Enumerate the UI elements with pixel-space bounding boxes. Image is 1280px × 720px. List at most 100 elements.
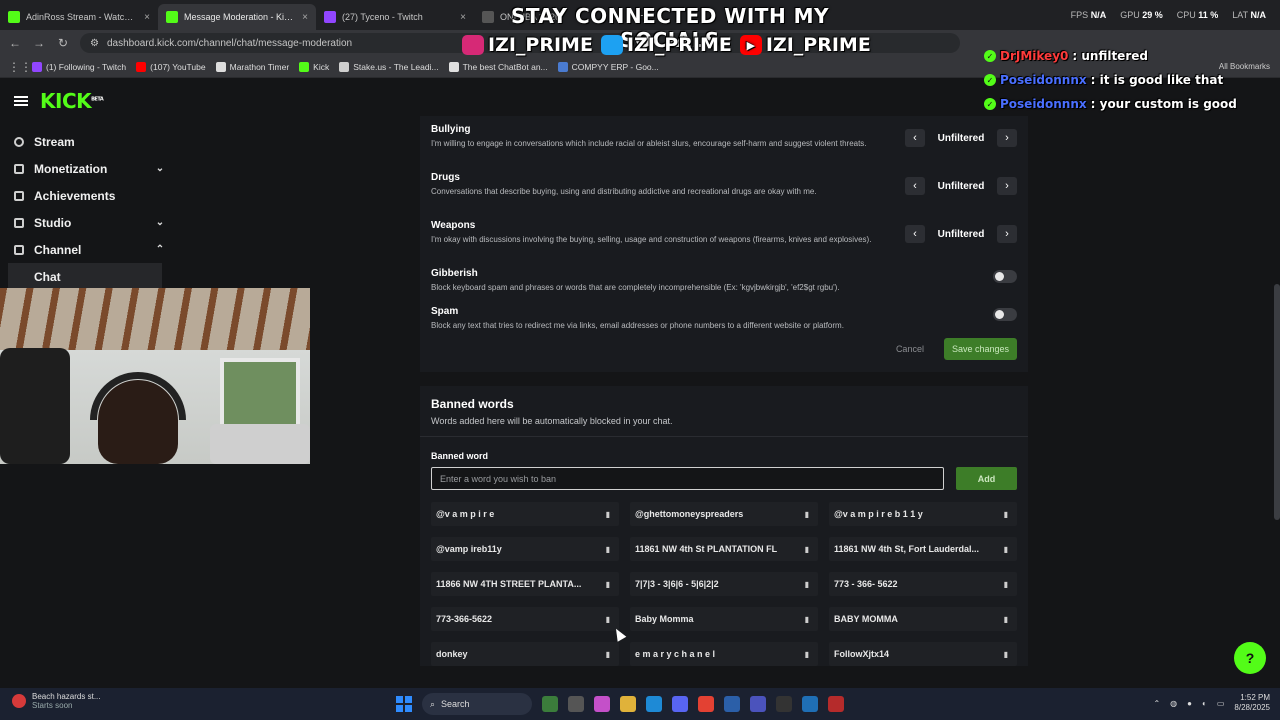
chat-text: : it is good like that xyxy=(1090,73,1224,87)
banned-words-subtitle: Words added here will be automatically b… xyxy=(431,416,673,426)
banned-word-item: Baby Momma ▮ xyxy=(630,607,818,631)
page-scrollbar[interactable] xyxy=(1274,284,1280,520)
vscode-icon[interactable] xyxy=(802,696,818,712)
discord-icon[interactable] xyxy=(672,696,688,712)
bookmark-item[interactable]: Kick xyxy=(299,61,329,72)
banned-word-text: 7|7|3 - 3|6|6 - 5|6|2|2 xyxy=(635,579,719,589)
filter-level-stepper[interactable]: ‹ Unfiltered › xyxy=(905,128,1017,148)
chevron-right-icon[interactable]: › xyxy=(996,129,1017,147)
battery-icon[interactable]: ▭ xyxy=(1217,699,1225,708)
close-tab-icon[interactable]: × xyxy=(460,12,466,23)
sidebar-item-monetization[interactable]: Monetization ⌄ xyxy=(0,155,170,182)
chevron-left-icon[interactable]: ‹ xyxy=(905,177,925,195)
trash-icon[interactable]: ▮ xyxy=(603,615,613,624)
tab-favicon-icon xyxy=(8,11,20,23)
socials-row: IZI_PRIME IZI_PRIME ▶ IZI_PRIME xyxy=(462,34,871,56)
save-changes-button[interactable]: Save changes xyxy=(943,338,1017,360)
trash-icon[interactable]: ▮ xyxy=(802,580,812,589)
chat-overlay: ✓ DrJMikey0: unfiltered ✓ Poseidonnnx: it i… xyxy=(984,44,1256,116)
bookmark-label: Stake.us - The Leadi... xyxy=(353,61,439,72)
bookmark-item[interactable]: COMPYY ERP - Goo... xyxy=(557,61,659,72)
gibberish-toggle[interactable] xyxy=(993,270,1017,283)
bookmark-item[interactable]: Marathon Timer xyxy=(215,61,289,72)
close-tab-icon[interactable]: × xyxy=(302,12,308,23)
sidebar-item-chat[interactable]: Chat xyxy=(8,263,162,290)
bookmark-item[interactable]: Stake.us - The Leadi... xyxy=(339,61,439,72)
trash-icon[interactable]: ▮ xyxy=(802,615,812,624)
trash-icon[interactable]: ▮ xyxy=(1001,510,1011,519)
sidebar-item-studio[interactable]: Studio ⌄ xyxy=(0,209,170,236)
cancel-button[interactable]: Cancel xyxy=(888,338,932,360)
filter-level-stepper[interactable]: ‹ Unfiltered › xyxy=(905,176,1017,196)
start-icon[interactable] xyxy=(396,696,412,712)
chevron-right-icon[interactable]: › xyxy=(996,225,1017,243)
toggle-row: Gibberish Block keyboard spam and phrases… xyxy=(431,268,1017,306)
sidebar-item-channel[interactable]: Channel ⌃ xyxy=(0,236,170,263)
support-icon[interactable]: ? xyxy=(1234,642,1266,674)
chevron-left-icon[interactable]: ‹ xyxy=(905,129,925,147)
bookmark-label: COMPYY ERP - Goo... xyxy=(571,61,659,72)
sidebar-item-achievements[interactable]: Achievements xyxy=(0,182,170,209)
trash-icon[interactable]: ▮ xyxy=(603,545,613,554)
bookmark-item[interactable]: (107) YouTube xyxy=(136,61,206,72)
reload-icon[interactable]: ↻ xyxy=(56,36,70,50)
banned-word-input[interactable] xyxy=(431,467,945,490)
teams-icon[interactable] xyxy=(750,696,766,712)
url-text: dashboard.kick.com/channel/chat/message-… xyxy=(106,37,353,49)
taskbar-app-icon[interactable] xyxy=(594,696,610,712)
trash-icon[interactable]: ▮ xyxy=(802,650,812,659)
back-icon[interactable]: ← xyxy=(8,36,22,50)
volume-icon[interactable]: ◐ xyxy=(1202,699,1207,708)
trash-icon[interactable]: ▮ xyxy=(603,650,613,659)
banned-word-text: @ghettomoneyspreaders xyxy=(635,509,744,519)
tab-title: Message Moderation - Kick Da xyxy=(184,12,297,22)
forward-icon[interactable]: → xyxy=(32,36,46,50)
chevron-right-icon[interactable]: › xyxy=(996,177,1017,195)
trash-icon[interactable]: ▮ xyxy=(1001,650,1011,659)
bookmark-item[interactable]: (1) Following - Twitch xyxy=(32,61,126,72)
taskbar-app-icon[interactable] xyxy=(828,696,844,712)
sidebar-item-stream[interactable]: Stream xyxy=(0,128,170,155)
obs-icon[interactable] xyxy=(776,696,792,712)
banned-word-item: 11861 NW 4th St PLANTATION FL ▮ xyxy=(630,537,818,561)
spam-toggle[interactable] xyxy=(993,308,1017,321)
kick-logo[interactable]: KICKBETA xyxy=(40,89,104,113)
tab-favicon-icon xyxy=(324,11,336,23)
chevron-left-icon[interactable]: ‹ xyxy=(905,225,925,243)
taskbar-app-icon[interactable] xyxy=(724,696,740,712)
chevron-icon: ⌃ xyxy=(155,244,165,255)
sidebar-channel-icon xyxy=(14,244,24,255)
browser-tab[interactable]: (27) Tyceno - Twitch × xyxy=(316,4,474,30)
site-info-icon[interactable]: ⚙ xyxy=(90,38,99,49)
trash-icon[interactable]: ▮ xyxy=(802,510,812,519)
taskbar-search[interactable]: ⌕ Search xyxy=(422,693,532,715)
chevron-up-icon[interactable]: ⌃ xyxy=(1153,699,1160,708)
search-icon: ⌕ xyxy=(430,698,436,709)
close-tab-icon[interactable]: × xyxy=(144,12,150,23)
file-explorer-icon[interactable] xyxy=(620,696,636,712)
bookmark-item[interactable]: The best ChatBot an... xyxy=(448,61,548,72)
network-icon[interactable]: ◍ xyxy=(1170,699,1177,708)
taskbar-app-icon[interactable] xyxy=(568,696,584,712)
trash-icon[interactable]: ▮ xyxy=(1001,580,1011,589)
trash-icon[interactable]: ▮ xyxy=(603,510,613,519)
banned-word-item: donkey ▮ xyxy=(431,642,619,666)
taskbar-app-icon[interactable] xyxy=(542,696,558,712)
edge-icon[interactable] xyxy=(646,696,662,712)
clock[interactable]: 1:52 PM 8/28/2025 xyxy=(1234,693,1270,713)
trash-icon[interactable]: ▮ xyxy=(603,580,613,589)
browser-tab[interactable]: AdinRoss Stream - Watch Live × xyxy=(0,4,158,30)
trash-icon[interactable]: ▮ xyxy=(1001,615,1011,624)
menu-icon[interactable] xyxy=(14,96,28,106)
banned-word-item: e m a r y c h a n e l ▮ xyxy=(630,642,818,666)
weather-widget[interactable]: Beach hazards st... Starts soon xyxy=(12,692,100,710)
bookmark-label: The best ChatBot an... xyxy=(462,61,548,72)
add-banned-word-button[interactable]: Add xyxy=(956,467,1017,490)
chrome-icon[interactable] xyxy=(698,696,714,712)
mic-icon[interactable]: ● xyxy=(1187,699,1192,708)
apps-icon[interactable]: ⋮⋮ xyxy=(8,60,32,74)
trash-icon[interactable]: ▮ xyxy=(802,545,812,554)
filter-level-stepper[interactable]: ‹ Unfiltered › xyxy=(905,224,1017,244)
browser-tab[interactable]: Message Moderation - Kick Da × xyxy=(158,4,316,30)
trash-icon[interactable]: ▮ xyxy=(1001,545,1011,554)
